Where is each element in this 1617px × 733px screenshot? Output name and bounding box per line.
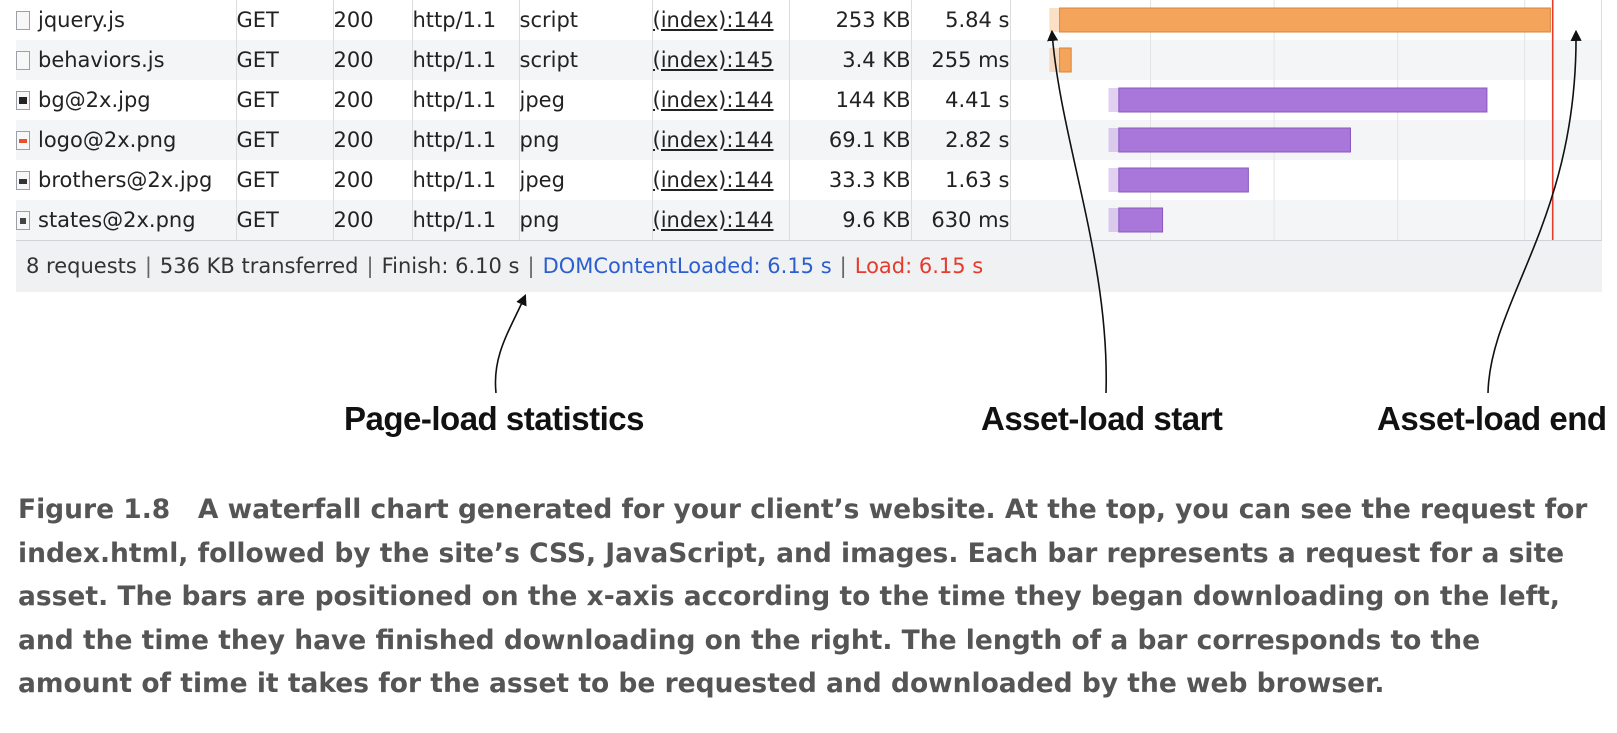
waterfall-cell [1010,0,1602,40]
request-protocol: http/1.1 [412,80,520,120]
request-status: 200 [333,0,413,40]
waterfall-cell [1010,120,1602,160]
stats-arrow [494,293,527,394]
request-size: 144 KB [789,80,912,120]
request-name: brothers@2x.jpg [38,168,213,192]
request-initiator-cell: (index):144 [652,200,790,240]
status-separator: | [144,254,152,278]
request-type: script [519,40,653,80]
request-initiator-cell: (index):144 [652,160,790,200]
request-size: 9.6 KB [789,200,912,240]
network-panel: jquery.js GET 200 http/1.1 script (index):144… [16,0,1602,292]
request-name-cell[interactable]: behaviors.js [16,40,237,80]
request-size: 253 KB [789,0,912,40]
callout-asset-load-end: Asset-load end [1377,400,1607,437]
request-row[interactable]: logo@2x.png GET 200 http/1.1 png (index):144 6… [16,120,1602,160]
initiator-link[interactable]: (index):144 [653,128,774,152]
request-method: GET [236,40,334,80]
waterfall-cell [1010,80,1602,120]
request-protocol: http/1.1 [412,0,520,40]
request-initiator-cell: (index):145 [652,40,790,80]
request-name-cell[interactable]: logo@2x.png [16,120,237,160]
request-size: 69.1 KB [789,120,912,160]
request-method: GET [236,80,334,120]
request-name-cell[interactable]: states@2x.png [16,200,237,240]
request-status: 200 [333,160,413,200]
finish-time: Finish: 6.10 s [381,254,520,278]
callout-page-load-statistics: Page-load statistics [344,400,644,437]
request-size: 3.4 KB [789,40,912,80]
request-initiator-cell: (index):144 [652,0,790,40]
image-file-icon [16,91,30,110]
status-bar: 8 requests | 536 KB transferred | Finish: 6.… [16,240,1602,292]
request-method: GET [236,120,334,160]
waterfall-cell [1010,40,1602,80]
initiator-link[interactable]: (index):144 [653,88,774,112]
request-type: png [519,120,653,160]
request-name: bg@2x.jpg [38,88,151,112]
load-time: Load: 6.15 s [854,254,984,278]
request-row[interactable]: states@2x.png GET 200 http/1.1 png (index):14… [16,200,1602,240]
request-name: jquery.js [38,8,125,32]
request-count: 8 requests [26,254,137,278]
request-time: 2.82 s [911,120,1011,160]
request-time: 630 ms [911,200,1011,240]
caption-text: A waterfall chart generated for your cli… [18,494,1588,699]
initiator-link[interactable]: (index):145 [653,48,774,72]
request-row[interactable]: brothers@2x.jpg GET 200 http/1.1 jpeg (index)… [16,160,1602,200]
request-name-cell[interactable]: jquery.js [16,0,237,40]
script-file-icon [16,51,30,70]
request-method: GET [236,200,334,240]
request-status: 200 [333,200,413,240]
figure-caption: Figure 1.8 A waterfall chart generated f… [18,488,1603,706]
request-method: GET [236,0,334,40]
request-name-cell[interactable]: brothers@2x.jpg [16,160,237,200]
request-status: 200 [333,120,413,160]
status-separator: | [839,254,847,278]
request-protocol: http/1.1 [412,160,520,200]
figure-label: Figure 1.8 [18,494,171,525]
request-protocol: http/1.1 [412,120,520,160]
request-initiator-cell: (index):144 [652,120,790,160]
photo-image-icon [16,171,30,190]
request-time: 5.84 s [911,0,1011,40]
callout-asset-load-start: Asset-load start [981,400,1223,437]
request-initiator-cell: (index):144 [652,80,790,120]
request-type: jpeg [519,80,653,120]
request-status: 200 [333,80,413,120]
request-row[interactable]: behaviors.js GET 200 http/1.1 script (index):… [16,40,1602,80]
status-separator: | [366,254,374,278]
request-table: jquery.js GET 200 http/1.1 script (index):144… [16,0,1602,240]
request-time: 255 ms [911,40,1011,80]
request-row[interactable]: bg@2x.jpg GET 200 http/1.1 jpeg (index):144 14… [16,80,1602,120]
waterfall-cell [1010,200,1602,240]
status-separator: | [527,254,535,278]
initiator-link[interactable]: (index):144 [653,208,774,232]
request-type: png [519,200,653,240]
request-name: behaviors.js [38,48,165,72]
request-method: GET [236,160,334,200]
logo-image-icon [16,131,30,150]
request-row[interactable]: jquery.js GET 200 http/1.1 script (index):144… [16,0,1602,40]
request-time: 4.41 s [911,80,1011,120]
request-name: states@2x.png [38,208,196,232]
request-type: jpeg [519,160,653,200]
waterfall-cell [1010,160,1602,200]
request-type: script [519,0,653,40]
request-name: logo@2x.png [38,128,177,152]
script-file-icon [16,11,30,30]
request-name-cell[interactable]: bg@2x.jpg [16,80,237,120]
request-size: 33.3 KB [789,160,912,200]
request-status: 200 [333,40,413,80]
transferred-size: 536 KB transferred [159,254,359,278]
request-time: 1.63 s [911,160,1011,200]
map-image-icon [16,211,30,230]
initiator-link[interactable]: (index):144 [653,168,774,192]
request-protocol: http/1.1 [412,200,520,240]
initiator-link[interactable]: (index):144 [653,8,774,32]
dom-content-loaded-time: DOMContentLoaded: 6.15 s [542,254,832,278]
request-protocol: http/1.1 [412,40,520,80]
